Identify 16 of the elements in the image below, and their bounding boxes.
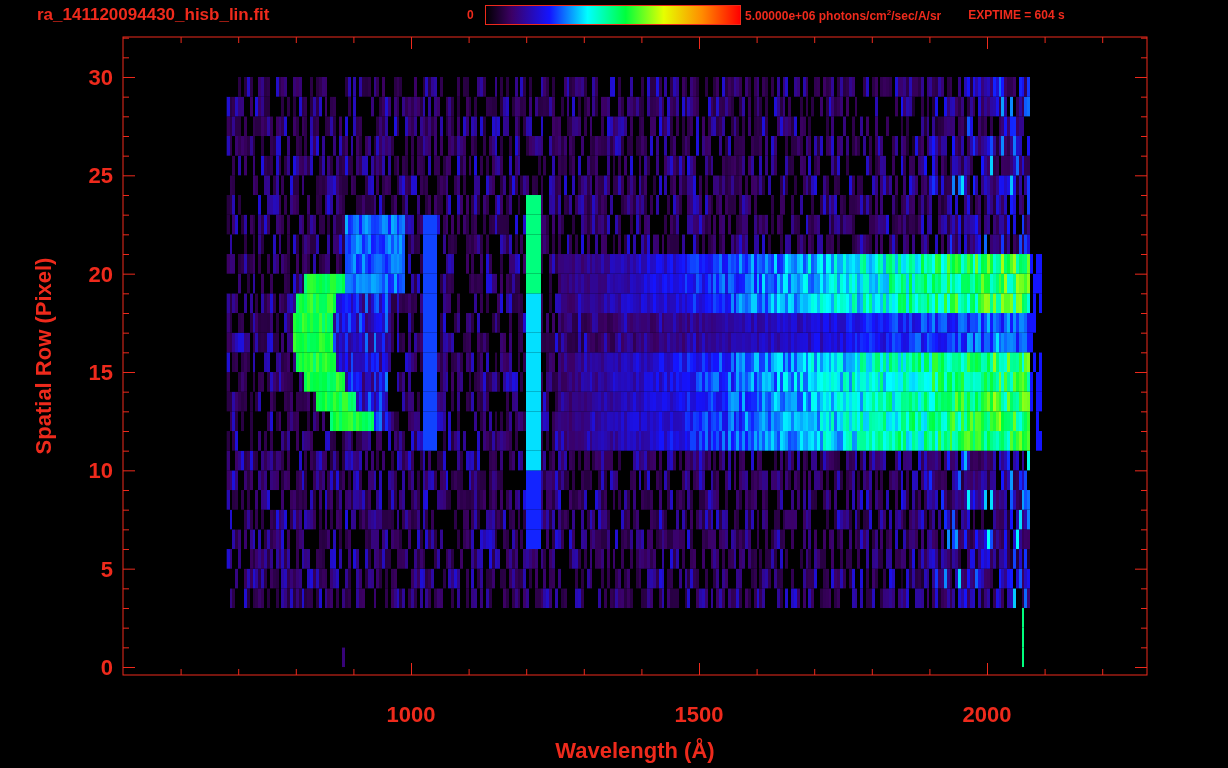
y-tick-label: 5 (100, 556, 113, 582)
file-title: ra_141120094430_hisb_lin.fit (37, 5, 271, 25)
y-axis-title: Spatial Row (Pixel) (31, 257, 56, 455)
x-tick-label: 1000 (386, 702, 436, 727)
x-tick-label: 2000 (962, 702, 1012, 727)
y-tick-label: 15 (88, 360, 113, 385)
colorbar-min-label: 0 (467, 8, 475, 22)
x-tick-label: 1500 (674, 702, 724, 727)
colorbar-max-label: 5.00000e+06 photons/cm$^{2}$/sec/A/sr (745, 7, 942, 23)
y-tick-label: 20 (88, 261, 113, 287)
y-tick-label: 30 (88, 65, 113, 90)
exposure-time-label: EXPTIME = 604 s (968, 8, 1065, 22)
x-axis-title: Wavelength (Å) (555, 738, 715, 763)
y-tick-label: 25 (88, 163, 113, 189)
y-tick-label: 0 (100, 655, 113, 680)
y-tick-label: 10 (88, 458, 113, 484)
